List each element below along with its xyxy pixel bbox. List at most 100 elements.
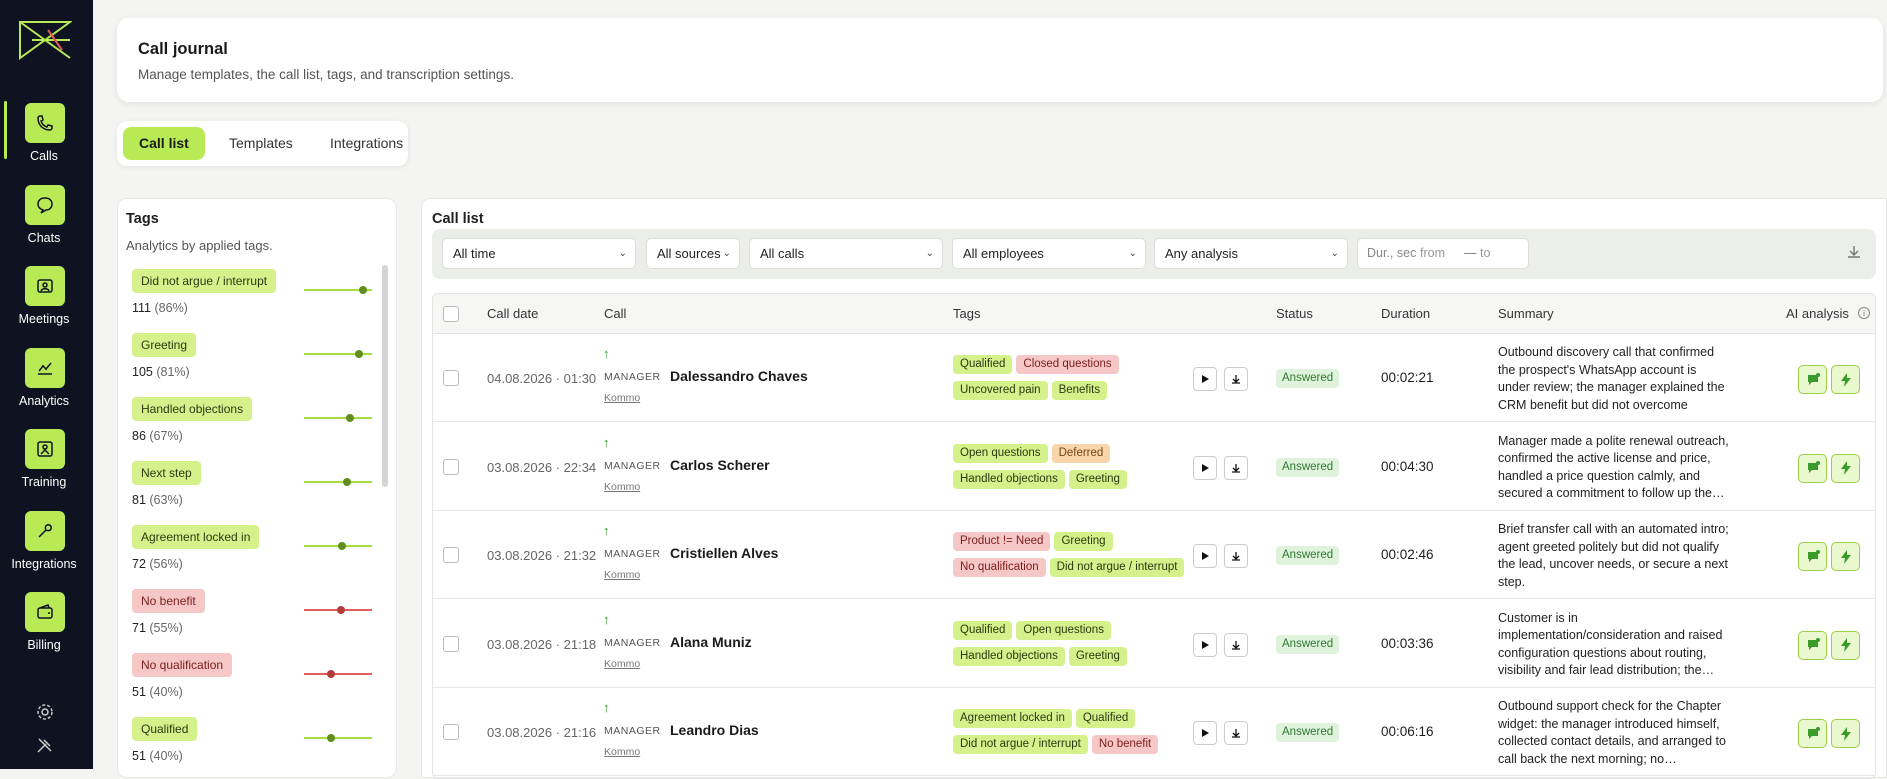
table-row[interactable]: 04.08.2026 · 01:30 ↑ MANAGER Dalessandro… <box>433 334 1875 422</box>
tag-stat-row[interactable]: Greeting 105 (81%) <box>132 333 382 393</box>
call-tag[interactable]: No qualification <box>953 558 1046 577</box>
call-tag[interactable]: Open questions <box>953 443 1048 463</box>
sidebar-item-meetings[interactable]: Meetings <box>0 266 93 336</box>
download-button[interactable] <box>1224 367 1248 391</box>
sidebar-item-training[interactable]: Training <box>0 429 93 499</box>
sources-filter[interactable]: All sources ⌄ <box>646 238 740 269</box>
play-button[interactable] <box>1193 632 1217 657</box>
table-row[interactable]: 03.08.2026 · 21:18 ↑ MANAGER Alana Muniz… <box>433 600 1875 688</box>
tag-level-bar <box>304 478 372 486</box>
call-tag[interactable]: Greeting <box>1068 646 1127 666</box>
tag-stat-row[interactable]: Qualified 51 (40%) <box>132 717 382 777</box>
call-tag[interactable]: Did not argue / interrupt <box>1049 558 1185 577</box>
call-date: 03.08.2026 · 21:18 <box>487 636 597 652</box>
call-tag[interactable]: Benefits <box>1051 381 1108 400</box>
tag-stat-row[interactable]: Next step 81 (63%) <box>132 461 382 521</box>
tag-stat-row[interactable]: No qualification 51 (40%) <box>132 653 382 713</box>
call-tag[interactable]: Deferred <box>1051 443 1111 463</box>
col-status: Status <box>1276 306 1313 321</box>
call-tag[interactable]: Handled objections <box>953 469 1065 489</box>
download-button[interactable] <box>1224 455 1248 480</box>
call-tag[interactable]: Greeting <box>1068 469 1127 489</box>
tag-stat-row[interactable]: No benefit 71 (55%) <box>132 589 382 649</box>
time-filter[interactable]: All time ⌄ <box>442 238 636 269</box>
ai-run-button[interactable] <box>1831 453 1860 483</box>
select-all-checkbox[interactable] <box>443 306 459 322</box>
calls-panel: Call list All time ⌄ All sources ⌄ All cal… <box>421 198 1887 779</box>
table-row[interactable]: 03.08.2026 · 21:32 ↑ MANAGER Cristiellen… <box>433 511 1875 599</box>
call-tag[interactable]: Product != Need <box>953 532 1051 551</box>
ai-chat-button[interactable] <box>1798 365 1827 394</box>
call-tag[interactable]: Greeting <box>1054 532 1113 551</box>
sidebar-item-billing[interactable]: Billing <box>0 592 93 662</box>
call-source-link[interactable]: Kommo <box>604 481 640 493</box>
sidebar-item-calls[interactable]: Calls <box>0 101 93 173</box>
tag-stat-row[interactable]: Did not argue / interrupt 111 (86%) <box>132 269 382 329</box>
logo-icon <box>19 21 72 60</box>
table-row[interactable]: 03.08.2026 · 21:16 ↑ MANAGER Leandro Dia… <box>433 688 1875 776</box>
download-icon[interactable] <box>1846 244 1862 260</box>
call-source-link[interactable]: Kommo <box>604 569 640 581</box>
tag-stat-row[interactable]: Agreement locked in 72 (56%) <box>132 525 382 585</box>
download-button[interactable] <box>1224 632 1248 657</box>
employees-filter[interactable]: All employees ⌄ <box>952 238 1146 269</box>
ai-chat-button[interactable] <box>1798 719 1827 748</box>
tags-title: Tags <box>126 211 159 227</box>
call-tag[interactable]: Closed questions <box>1016 355 1119 374</box>
call-tag[interactable]: Uncovered pain <box>953 381 1048 400</box>
sidebar-item-analytics[interactable]: Analytics <box>0 347 93 418</box>
play-button[interactable] <box>1193 455 1217 480</box>
ai-run-button[interactable] <box>1831 719 1860 748</box>
ai-chat-button[interactable] <box>1798 630 1827 660</box>
ai-run-button[interactable] <box>1831 630 1860 660</box>
page-subtitle: Manage templates, the call list, tags, a… <box>138 67 514 82</box>
scrollbar[interactable] <box>382 265 388 487</box>
calls-filter[interactable]: All calls ⌄ <box>749 238 943 269</box>
ai-chat-button[interactable] <box>1798 542 1827 571</box>
duration-from-input[interactable]: from <box>1420 239 1445 268</box>
tab-call-list[interactable]: Call list <box>123 127 205 160</box>
tag-level-bar <box>304 286 372 294</box>
call-tag[interactable]: Qualified <box>953 620 1013 640</box>
ai-run-button[interactable] <box>1831 542 1860 571</box>
call-tag[interactable]: Qualified <box>953 355 1013 374</box>
row-checkbox[interactable] <box>443 370 459 386</box>
row-checkbox[interactable] <box>443 458 459 475</box>
call-tag[interactable]: Did not argue / interrupt <box>953 735 1088 754</box>
download-button[interactable] <box>1224 721 1248 745</box>
tools-icon[interactable] <box>36 736 54 754</box>
row-checkbox[interactable] <box>443 635 459 652</box>
analysis-filter[interactable]: Any analysis ⌄ <box>1154 238 1348 269</box>
duration-filter[interactable]: Dur., sec from — to <box>1357 238 1529 269</box>
call-source-link[interactable]: Kommo <box>604 392 640 404</box>
call-tag[interactable]: Open questions <box>1016 620 1111 640</box>
ai-run-button[interactable] <box>1831 365 1860 394</box>
call-source-link[interactable]: Kommo <box>604 746 640 758</box>
sidebar-item-label: Analytics <box>18 393 70 408</box>
page-title: Call journal <box>138 40 228 58</box>
table-row[interactable]: 03.08.2026 · 22:34 ↑ MANAGER Carlos Sche… <box>433 423 1875 511</box>
tag-chip: Next step <box>132 461 201 485</box>
tab-templates[interactable]: Templates <box>213 127 309 160</box>
play-button[interactable] <box>1193 721 1217 745</box>
call-tag[interactable]: Handled objections <box>953 646 1065 666</box>
info-icon[interactable]: i <box>1858 307 1870 319</box>
tab-integrations[interactable]: Integrations <box>314 127 419 160</box>
play-button[interactable] <box>1193 367 1217 391</box>
tag-stat-row[interactable]: Handled objections 86 (67%) <box>132 397 382 457</box>
sidebar-item-integrations[interactable]: Integrations <box>0 510 93 581</box>
sidebar-item-chats[interactable]: Chats <box>0 184 93 255</box>
call-tag[interactable]: Agreement locked in <box>953 709 1072 728</box>
download-button[interactable] <box>1224 544 1248 568</box>
ai-chat-button[interactable] <box>1798 453 1827 483</box>
duration-to-input[interactable]: to <box>1480 239 1490 268</box>
tag-chip: Greeting <box>132 333 197 357</box>
play-button[interactable] <box>1193 544 1217 568</box>
call-tag[interactable]: No benefit <box>1091 735 1159 754</box>
calls-table: Call date Call Tags Status Duration Summ… <box>432 293 1876 779</box>
row-checkbox[interactable] <box>443 724 459 740</box>
call-source-link[interactable]: Kommo <box>604 658 640 670</box>
call-tag[interactable]: Qualified <box>1075 709 1136 728</box>
gear-icon[interactable] <box>36 703 54 721</box>
row-checkbox[interactable] <box>443 547 459 563</box>
